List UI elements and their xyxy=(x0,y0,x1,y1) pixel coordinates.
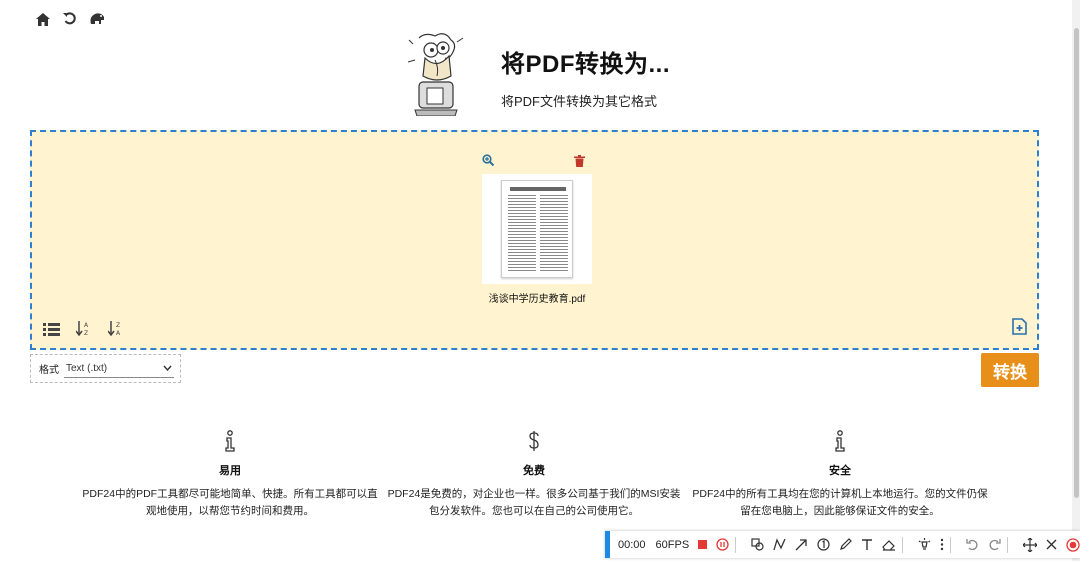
file-card[interactable]: 浅谈中学历史教育.pdf xyxy=(482,154,592,305)
scrollbar[interactable] xyxy=(1072,0,1080,561)
chevron-down-icon xyxy=(163,363,172,374)
feature-free: 免费 PDF24是免费的，对企业也一样。很多公司基于我们的MSI安装包分发软件。… xyxy=(384,430,684,520)
top-nav xyxy=(34,10,106,28)
home-icon[interactable] xyxy=(34,10,52,28)
file-dropzone[interactable]: 浅谈中学历史教育.pdf AZ ZA xyxy=(30,130,1039,350)
page-title: 将PDF转换为... xyxy=(501,51,671,78)
eraser-icon[interactable] xyxy=(882,539,896,551)
close-icon[interactable] xyxy=(1046,539,1057,550)
convert-button[interactable]: 转换 xyxy=(981,353,1039,387)
shapes-icon[interactable] xyxy=(751,538,764,551)
info-icon xyxy=(80,430,380,454)
pdf-page-preview xyxy=(501,180,573,278)
format-selected-value: Text (.txt) xyxy=(66,362,108,374)
mascot-illustration xyxy=(405,30,467,117)
record-icon[interactable] xyxy=(1066,537,1080,552)
text-icon[interactable] xyxy=(861,538,873,551)
sort-az-icon[interactable]: AZ xyxy=(74,320,92,338)
arrow-icon[interactable] xyxy=(795,538,808,551)
page-subtitle: 将PDF文件转换为其它格式 xyxy=(501,94,658,109)
dollar-icon xyxy=(384,430,684,454)
feature-easy: 易用 PDF24中的PDF工具都尽可能地简单、快捷。所有工具都可以直观地使用，以… xyxy=(80,430,380,520)
feature-text: PDF24是免费的，对企业也一样。很多公司基于我们的MSI安装包分发软件。您也可… xyxy=(387,488,681,517)
pen-icon[interactable] xyxy=(839,538,852,551)
more-icon[interactable] xyxy=(940,538,944,551)
move-icon[interactable] xyxy=(1022,537,1037,552)
format-selector: 格式 Text (.txt) xyxy=(30,354,181,383)
pause-icon[interactable] xyxy=(716,538,729,551)
feature-text: PDF24中的PDF工具都尽可能地简单、快捷。所有工具都可以直观地使用，以帮您节… xyxy=(82,488,378,517)
undo-icon[interactable] xyxy=(61,10,79,28)
elephant-icon[interactable] xyxy=(88,10,106,28)
format-dropdown[interactable]: Text (.txt) xyxy=(64,360,174,378)
svg-text:A: A xyxy=(84,322,89,329)
recorder-fps: 60FPS xyxy=(655,538,690,551)
recorder-time: 00:00 xyxy=(618,538,646,551)
feature-title: 易用 xyxy=(219,465,241,477)
undo-icon[interactable] xyxy=(966,538,979,551)
page-header: 将PDF转换为... 将PDF文件转换为其它格式 xyxy=(405,30,671,117)
stop-icon[interactable] xyxy=(698,540,708,549)
feature-title: 免费 xyxy=(523,465,545,477)
polyline-icon[interactable] xyxy=(773,538,786,551)
zoom-icon[interactable] xyxy=(482,154,495,169)
spotlight-icon[interactable] xyxy=(918,538,931,551)
recorder-toolbar: 00:00 60FPS xyxy=(605,531,1080,558)
svg-text:Z: Z xyxy=(116,322,120,329)
feature-secure: 安全 PDF24中的所有工具均在您的计算机上本地运行。您的文件仍保留在您电脑上，… xyxy=(690,430,990,520)
svg-text:Z: Z xyxy=(84,330,88,337)
file-name: 浅谈中学历史教育.pdf xyxy=(488,294,586,305)
feature-text: PDF24中的所有工具均在您的计算机上本地运行。您的文件仍保留在您电脑上，因此能… xyxy=(692,488,988,517)
number-icon[interactable] xyxy=(817,538,830,551)
redo-icon[interactable] xyxy=(988,538,1001,551)
format-label: 格式 xyxy=(39,365,59,376)
add-file-icon[interactable] xyxy=(1012,318,1027,340)
sort-za-icon[interactable]: ZA xyxy=(106,320,124,338)
file-thumbnail[interactable] xyxy=(482,174,592,284)
feature-title: 安全 xyxy=(829,465,851,477)
trash-icon[interactable] xyxy=(574,154,585,172)
list-icon[interactable] xyxy=(42,320,60,338)
svg-text:A: A xyxy=(116,330,121,337)
info-icon xyxy=(690,430,990,454)
